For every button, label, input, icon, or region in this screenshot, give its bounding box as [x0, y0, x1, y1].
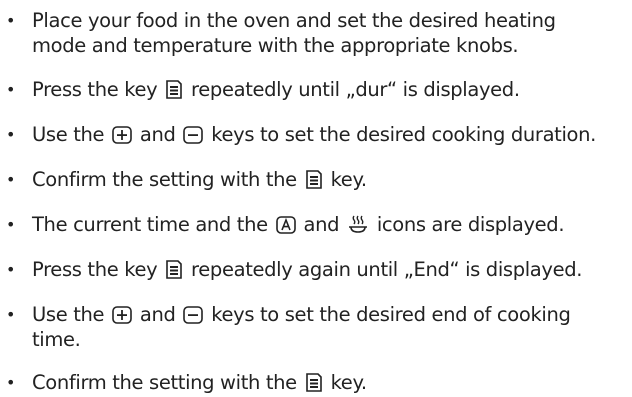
minus-key-icon [183, 306, 204, 324]
step-text-after: repeatedly again until „End“ is displaye… [191, 258, 583, 281]
menu-key-icon [165, 259, 183, 279]
minus-key-icon [183, 126, 204, 144]
step-text: Place your food in the oven and set the … [32, 8, 556, 58]
step-text-before: Use the [32, 123, 105, 146]
step-text: Press the key repeatedly until „dur“ is … [32, 77, 520, 102]
step-text-line-2: mode and temperature with the appropriat… [32, 34, 519, 57]
step-text-after: key. [330, 168, 368, 191]
step-text-before: The current time and the [32, 213, 268, 236]
plus-key-icon [112, 306, 132, 324]
step-text-line-2: time. [32, 328, 81, 351]
step-text-before: Confirm the setting with the [32, 371, 297, 394]
menu-key-icon [165, 79, 183, 99]
list-item: • Use the and keys to set the desired en… [0, 302, 632, 352]
step-text-before: Confirm the setting with the [32, 168, 297, 191]
step-text-and: and [139, 123, 176, 146]
step-text-before: Press the key [32, 258, 158, 281]
step-text-after: keys to set the desired cooking duration… [211, 123, 596, 146]
bullet: • [6, 215, 16, 234]
step-text-and: and [139, 303, 176, 326]
step-text-before: Press the key [32, 78, 158, 101]
bullet: • [6, 80, 16, 99]
step-text: Confirm the setting with the key. [32, 370, 367, 395]
bullet: • [6, 125, 16, 144]
step-text: Confirm the setting with the key. [32, 167, 367, 192]
step-text-after: key. [330, 371, 368, 394]
step-text: The current time and the and icons are d… [32, 212, 565, 237]
bullet: • [6, 170, 16, 189]
step-text-line-1: Place your food in the oven and set the … [32, 9, 556, 32]
bullet: • [6, 305, 16, 324]
list-item: • Place your food in the oven and set th… [0, 8, 632, 58]
step-text-and: and [303, 213, 340, 236]
plus-key-icon [112, 126, 132, 144]
step-text: Use the and keys to set the desired end … [32, 302, 571, 352]
menu-key-icon [305, 372, 323, 392]
bullet: • [6, 11, 16, 30]
menu-key-icon [305, 169, 323, 189]
step-text: Press the key repeatedly again until „En… [32, 257, 582, 282]
step-text-before: Use the [32, 303, 105, 326]
step-text: Use the and keys to set the desired cook… [32, 122, 596, 147]
automatic-a-icon [275, 216, 296, 234]
step-text-after: keys to set the desired end of cooking [211, 303, 571, 326]
cooking-pot-icon [347, 214, 369, 234]
step-text-after: icons are displayed. [376, 213, 565, 236]
step-text-after: repeatedly until „dur“ is displayed. [191, 78, 520, 101]
bullet: • [6, 373, 16, 392]
bullet: • [6, 260, 16, 279]
